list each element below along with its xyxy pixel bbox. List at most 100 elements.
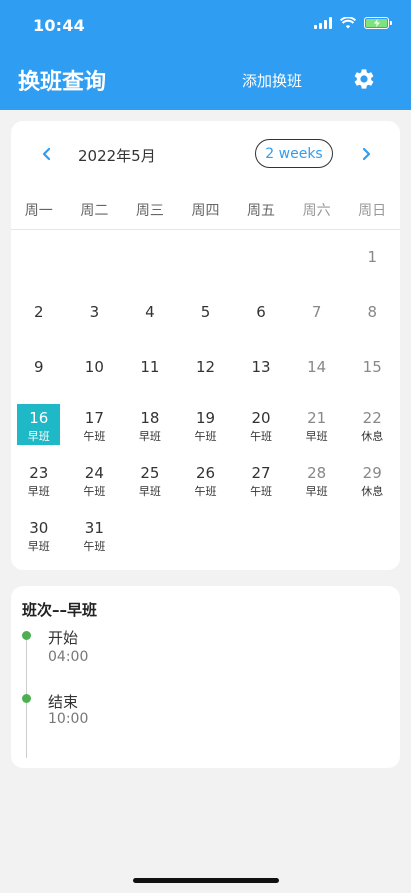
day-shift-label: 早班 <box>305 430 328 443</box>
chevron-left-icon[interactable] <box>39 142 53 166</box>
day-number: 14 <box>307 358 327 376</box>
chevron-right-icon[interactable] <box>360 142 374 166</box>
calendar-day[interactable]: 27 午班 <box>233 450 289 505</box>
calendar-day[interactable]: 10 <box>67 340 123 395</box>
end-label: 结束 <box>48 693 79 711</box>
day-shift-label: 午班 <box>83 540 106 553</box>
shift-detail-card: 班次––早班 开始 04:00 结束 10:00 <box>11 586 400 768</box>
day-number: 12 <box>195 358 216 376</box>
calendar-empty-cell <box>233 505 289 560</box>
weekday-label: 周二 <box>80 203 109 219</box>
day-number: 21 <box>307 409 327 427</box>
day-number: 1 <box>367 248 377 266</box>
calendar-format-button[interactable]: 2 weeks <box>255 139 333 168</box>
calendar-day[interactable]: 16 早班 <box>11 395 67 450</box>
page-title: 换班查询 <box>18 70 107 95</box>
day-shift-label: 早班 <box>27 430 50 443</box>
day-shift-label: 休息 <box>361 430 384 443</box>
calendar-day[interactable]: 29 休息 <box>344 450 400 505</box>
day-number: 4 <box>145 303 155 321</box>
app-bar: 10:44 换班查询 添加换班 <box>0 0 411 110</box>
calendar-empty-cell <box>178 230 234 285</box>
start-time: 04:00 <box>48 649 89 665</box>
day-shift-label: 早班 <box>27 540 50 553</box>
day-number: 5 <box>200 303 211 321</box>
calendar-day[interactable]: 6 <box>233 285 289 340</box>
timeline-dot <box>22 631 31 640</box>
day-shift-label: 午班 <box>83 485 106 498</box>
calendar-day[interactable]: 11 <box>122 340 178 395</box>
calendar-day[interactable]: 18 早班 <box>122 395 178 450</box>
calendar-day[interactable]: 1 <box>344 230 400 285</box>
day-number: 17 <box>84 409 104 427</box>
calendar-day[interactable]: 17 午班 <box>67 395 123 450</box>
calendar-day[interactable]: 9 <box>11 340 67 395</box>
calendar-empty-cell <box>289 230 345 285</box>
day-number: 26 <box>195 464 216 482</box>
calendar-day[interactable]: 13 <box>233 340 289 395</box>
add-shift-button[interactable]: 添加换班 <box>242 70 302 91</box>
calendar-empty-cell <box>233 230 289 285</box>
day-shift-label: 午班 <box>194 430 217 443</box>
day-number: 30 <box>29 519 49 537</box>
day-number: 11 <box>140 358 160 376</box>
day-number: 2 <box>34 303 44 321</box>
calendar-day[interactable]: 5 <box>178 285 234 340</box>
weekday-label: 周三 <box>135 203 164 219</box>
calendar-day[interactable]: 25 早班 <box>122 450 178 505</box>
calendar-day[interactable]: 3 <box>67 285 123 340</box>
status-icons <box>314 17 392 29</box>
weekday-label: 周日 <box>358 203 387 219</box>
calendar-day[interactable]: 12 <box>178 340 234 395</box>
calendar-day[interactable]: 30 早班 <box>11 505 67 560</box>
calendar-empty-cell <box>67 230 123 285</box>
end-time: 10:00 <box>48 711 89 727</box>
calendar-day[interactable]: 26 午班 <box>178 450 234 505</box>
calendar-day[interactable]: 28 早班 <box>289 450 345 505</box>
calendar-day[interactable]: 20 午班 <box>233 395 289 450</box>
day-shift-label: 午班 <box>250 430 273 443</box>
day-number: 3 <box>89 303 100 321</box>
day-number: 7 <box>311 303 322 321</box>
calendar-day[interactable]: 31 午班 <box>67 505 123 560</box>
day-shift-label: 休息 <box>361 485 384 498</box>
day-number: 29 <box>362 464 382 482</box>
calendar-day[interactable]: 8 <box>344 285 400 340</box>
timeline-dot <box>22 694 31 703</box>
day-number: 8 <box>367 303 377 321</box>
calendar-empty-cell <box>122 505 178 560</box>
calendar-day[interactable]: 24 午班 <box>67 450 123 505</box>
day-number: 20 <box>251 409 271 427</box>
day-number: 13 <box>251 358 271 376</box>
gear-icon[interactable] <box>352 67 376 91</box>
day-number: 9 <box>34 358 44 376</box>
calendar-day[interactable]: 2 <box>11 285 67 340</box>
day-number: 16 <box>29 409 49 427</box>
day-number: 15 <box>362 358 382 376</box>
day-shift-label: 早班 <box>138 485 161 498</box>
day-shift-label: 早班 <box>138 430 161 443</box>
weekday-label: 周五 <box>247 203 276 219</box>
day-number: 18 <box>140 409 160 427</box>
day-number: 23 <box>29 464 49 482</box>
calendar-day[interactable]: 7 <box>289 285 345 340</box>
calendar-day[interactable]: 22 休息 <box>344 395 400 450</box>
day-shift-label: 午班 <box>250 485 273 498</box>
calendar-day[interactable]: 19 午班 <box>178 395 234 450</box>
day-number: 25 <box>140 464 160 482</box>
calendar-day[interactable]: 23 早班 <box>11 450 67 505</box>
day-number: 19 <box>195 409 216 427</box>
calendar-day[interactable]: 14 <box>289 340 345 395</box>
calendar-empty-cell <box>122 230 178 285</box>
calendar-empty-cell <box>289 505 345 560</box>
calendar-day[interactable]: 21 早班 <box>289 395 345 450</box>
day-number: 24 <box>84 464 104 482</box>
start-label: 开始 <box>48 629 79 647</box>
calendar-empty-cell <box>344 505 400 560</box>
calendar-day[interactable]: 15 <box>344 340 400 395</box>
day-shift-label: 午班 <box>194 485 217 498</box>
calendar-empty-cell <box>178 505 234 560</box>
day-number: 22 <box>362 409 382 427</box>
calendar-day[interactable]: 4 <box>122 285 178 340</box>
shift-detail-title: 班次––早班 <box>22 601 98 619</box>
